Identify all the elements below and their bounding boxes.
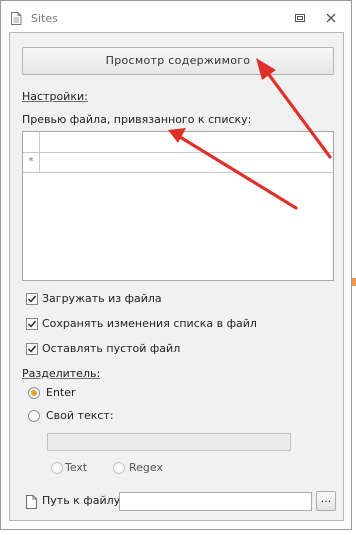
- sites-window: Sites Просмотр содержимого Настройки: Пр…: [0, 0, 352, 530]
- enter-radio[interactable]: [28, 387, 40, 399]
- custom-text-label: Свой текст:: [46, 409, 114, 422]
- checkmark-icon: [28, 320, 37, 328]
- document-icon: [11, 12, 22, 25]
- close-icon[interactable]: [324, 11, 338, 25]
- load-from-file-checkbox[interactable]: [26, 293, 38, 305]
- preview-grid[interactable]: *: [22, 131, 334, 281]
- save-changes-label: Сохранять изменения списка в файл: [42, 317, 257, 330]
- preview-label: Превью файла, привязанного к списку:: [22, 113, 252, 126]
- checkmark-icon: [28, 295, 37, 303]
- file-icon: [26, 495, 37, 509]
- text-mode-radio[interactable]: [51, 462, 63, 474]
- enter-radio-label: Enter: [46, 386, 76, 399]
- checkmark-icon: [28, 345, 37, 353]
- custom-text-radio[interactable]: [28, 410, 40, 422]
- grid-header-corner: [23, 132, 40, 152]
- window-title: Sites: [31, 12, 58, 25]
- restore-icon[interactable]: [293, 11, 307, 25]
- regex-mode-radio[interactable]: [113, 462, 125, 474]
- file-path-label: Путь к файлу: [42, 494, 121, 507]
- separator-label: Разделитель:: [22, 367, 101, 380]
- keep-empty-file-label: Оставлять пустой файл: [42, 342, 181, 355]
- load-from-file-label: Загружать из файла: [42, 292, 162, 305]
- text-mode-label: Text: [65, 461, 88, 474]
- keep-empty-file-checkbox[interactable]: [26, 343, 38, 355]
- browse-button[interactable]: ...: [316, 491, 336, 511]
- content-panel: Просмотр содержимого Настройки: Превью ф…: [9, 32, 344, 521]
- regex-mode-label: Regex: [129, 461, 163, 474]
- view-content-button[interactable]: Просмотр содержимого: [22, 47, 334, 75]
- grid-header: [23, 132, 333, 153]
- save-changes-checkbox[interactable]: [26, 318, 38, 330]
- title-bar: Sites: [1, 1, 351, 31]
- settings-label: Настройки:: [22, 90, 88, 103]
- file-path-input[interactable]: [119, 492, 312, 511]
- grid-new-row[interactable]: *: [23, 152, 333, 173]
- custom-text-input[interactable]: [47, 433, 291, 451]
- new-row-marker: *: [23, 152, 40, 172]
